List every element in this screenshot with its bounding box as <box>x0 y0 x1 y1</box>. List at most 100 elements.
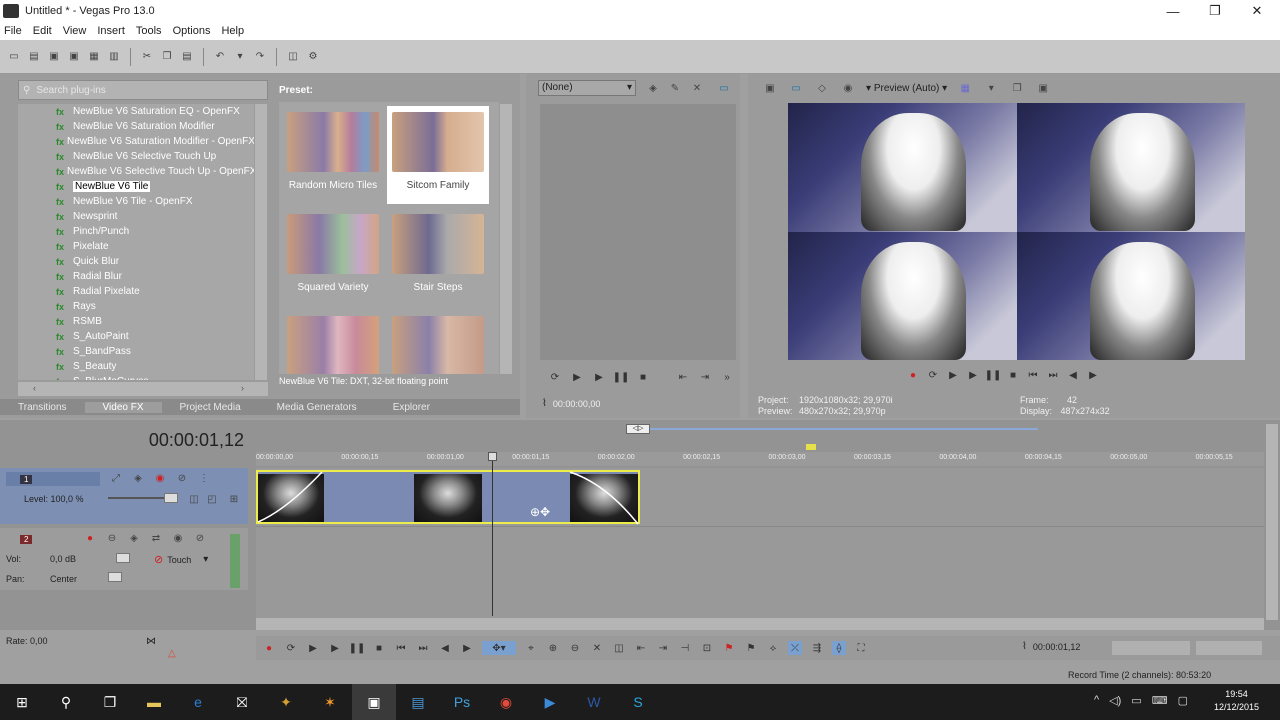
arm-record-icon[interactable]: ● <box>82 530 98 546</box>
plugin-list-item[interactable]: fx S_Beauty <box>18 359 254 374</box>
auto-crossfade-icon[interactable]: ⤫ <box>788 641 802 655</box>
maximize-button[interactable]: ❐ <box>1194 0 1236 22</box>
trim-start-icon[interactable]: ⇤ <box>634 641 648 655</box>
save-snapshot-icon[interactable]: ▣ <box>1035 80 1051 96</box>
menu-options[interactable]: Options <box>173 25 211 37</box>
zoom-out-icon[interactable]: ⊖ <box>568 641 582 655</box>
marker-flag[interactable] <box>806 444 816 450</box>
parent-icon[interactable]: ◰ <box>204 491 220 507</box>
minimize-button[interactable]: — <box>1152 0 1194 22</box>
preset-sitcom-family[interactable]: Sitcom Family <box>387 106 489 204</box>
prev-frame-icon[interactable]: ◀ <box>438 641 452 655</box>
vegas-taskbar-icon[interactable]: ▣ <box>352 684 396 720</box>
mute-icon[interactable]: ◉ <box>170 530 186 546</box>
preset-squared-variety[interactable]: Squared Variety <box>282 208 384 306</box>
timeline-vscrollbar[interactable] <box>1266 424 1278 620</box>
windows-start-icon[interactable]: ⊞ <box>0 684 44 720</box>
track-motion-icon[interactable]: ⤢ <box>108 470 124 486</box>
menu-help[interactable]: Help <box>221 25 244 37</box>
timeline-ruler[interactable]: 00:00:00,00 00:00:00,15 00:00:01,00 00:00:0… <box>256 452 1264 466</box>
chevron-up-icon[interactable]: ^ <box>1094 694 1099 707</box>
notifications-icon[interactable]: ▢ <box>1178 694 1188 707</box>
next-frame-icon[interactable]: ▶ <box>460 641 474 655</box>
lock-envelopes-icon[interactable]: ⟠ <box>832 641 846 655</box>
more-icon[interactable]: ⋮ <box>196 470 212 486</box>
copy-icon[interactable]: ❐ <box>159 49 175 65</box>
redo-icon[interactable]: ↷ <box>252 49 268 65</box>
solo-icon[interactable]: ⊘ <box>174 470 190 486</box>
loop-region-bar[interactable] <box>650 428 1038 430</box>
lock-icon[interactable]: ⊡ <box>700 641 714 655</box>
settings-icon[interactable]: ⚙ <box>305 49 321 65</box>
invert-phase-icon[interactable]: ⊖ <box>104 530 120 546</box>
edge-icon[interactable]: e <box>176 684 220 720</box>
play-from-start-icon[interactable]: ▶ <box>946 368 960 382</box>
plugin-list-item[interactable]: fx Rays <box>18 299 254 314</box>
next-frame-icon[interactable]: ▶ <box>1086 368 1100 382</box>
loop-icon[interactable]: ⟳ <box>926 368 940 382</box>
ripple-edit-icon[interactable]: ⇶ <box>810 641 824 655</box>
rate-slider-handle[interactable]: ⋈ <box>146 636 156 647</box>
chrome-icon[interactable]: ◉ <box>484 684 528 720</box>
loop-icon[interactable]: ⟳ <box>548 370 562 384</box>
plugin-list-item[interactable]: fx Radial Pixelate <box>18 284 254 299</box>
next-frame-icon[interactable]: » <box>720 370 734 384</box>
normal-edit-icon[interactable]: ⌖ <box>524 641 538 655</box>
playhead-cursor[interactable] <box>492 452 493 616</box>
edit-tool-dropdown[interactable]: ✥▾ <box>482 641 516 655</box>
stop-icon[interactable]: ■ <box>636 370 650 384</box>
preset-scrollbar[interactable] <box>500 104 512 374</box>
menu-tools[interactable]: Tools <box>136 25 162 37</box>
composite-mode-icon[interactable]: ◫ <box>186 491 202 507</box>
track-fx-icon[interactable]: ◈ <box>126 530 142 546</box>
search-plugins-input[interactable]: ⚲ Search plug-ins <box>18 80 268 100</box>
ignore-grouping-icon[interactable]: ⛶ <box>854 641 868 655</box>
plugin-list-item[interactable]: fx Pinch/Punch <box>18 224 254 239</box>
plugin-list-item[interactable]: fx S_AutoPaint <box>18 329 254 344</box>
plugin-list-item[interactable]: fx NewBlue V6 Saturation Modifier - OpenF… <box>18 134 254 149</box>
split-screen-icon[interactable]: ◉ <box>840 80 856 96</box>
pan-slider-handle[interactable] <box>108 572 122 582</box>
preset-item-6[interactable] <box>387 310 489 374</box>
tab-media-generators[interactable]: Media Generators <box>259 402 375 413</box>
undo-icon[interactable]: ↶ <box>212 49 228 65</box>
trim-icon[interactable]: ◫ <box>612 641 626 655</box>
delete-icon[interactable]: ✕ <box>590 641 604 655</box>
plugin-list-item[interactable]: fx NewBlue V6 Selective Touch Up <box>18 149 254 164</box>
network-icon[interactable]: ▭ <box>1131 694 1141 707</box>
paste-icon[interactable]: ▤ <box>179 49 195 65</box>
app-icon[interactable]: ▤ <box>396 684 440 720</box>
go-to-end-icon[interactable]: ⏭ <box>416 641 430 655</box>
preview-quality-dropdown[interactable]: ▾ Preview (Auto) ▾ <box>866 83 947 94</box>
mark-in-icon[interactable]: ⇤ <box>676 370 690 384</box>
pause-icon[interactable]: ❚❚ <box>985 368 1002 382</box>
mark-out-icon[interactable]: ⇥ <box>698 370 712 384</box>
preset-item-5[interactable] <box>282 310 384 374</box>
go-to-end-icon[interactable]: ⏭ <box>1046 368 1060 382</box>
go-to-start-icon[interactable]: ⏮ <box>1026 368 1040 382</box>
close-button[interactable]: ✕ <box>1236 0 1278 22</box>
plugin-list-scrollbar[interactable] <box>255 104 267 380</box>
plugin-list-item[interactable]: fx Quick Blur <box>18 254 254 269</box>
automation-mode-dropdown[interactable]: ⊘ Touch ▾ <box>154 553 208 566</box>
menu-file[interactable]: File <box>4 25 22 37</box>
mute-icon[interactable]: ◉ <box>152 470 168 486</box>
store-icon[interactable]: ⛝ <box>220 684 264 720</box>
go-to-start-icon[interactable]: ⏮ <box>394 641 408 655</box>
play-icon[interactable]: ▶ <box>592 370 606 384</box>
prev-frame-icon[interactable]: ◀ <box>1066 368 1080 382</box>
external-monitor-icon[interactable]: ▭ <box>788 80 804 96</box>
fx-icon[interactable]: ◇ <box>814 80 830 96</box>
tab-project-media[interactable]: Project Media <box>162 402 259 413</box>
playhead-handle[interactable] <box>488 452 497 461</box>
trimmer-dropdown[interactable]: (None) ▾ <box>538 80 636 96</box>
tab-video-fx[interactable]: Video FX <box>84 401 162 413</box>
word-icon[interactable]: W <box>572 684 616 720</box>
play-from-start-icon[interactable]: ▶ <box>570 370 584 384</box>
record-icon[interactable]: ● <box>906 368 920 382</box>
preset-random-micro-tiles[interactable]: Random Micro Tiles <box>282 106 384 204</box>
photoshop-icon[interactable]: Ps <box>440 684 484 720</box>
tab-transitions[interactable]: Transitions <box>0 402 85 413</box>
plugin-list-hscrollbar[interactable] <box>18 382 268 396</box>
plugin-list-item[interactable]: fx NewBlue V6 Tile - OpenFX <box>18 194 254 209</box>
